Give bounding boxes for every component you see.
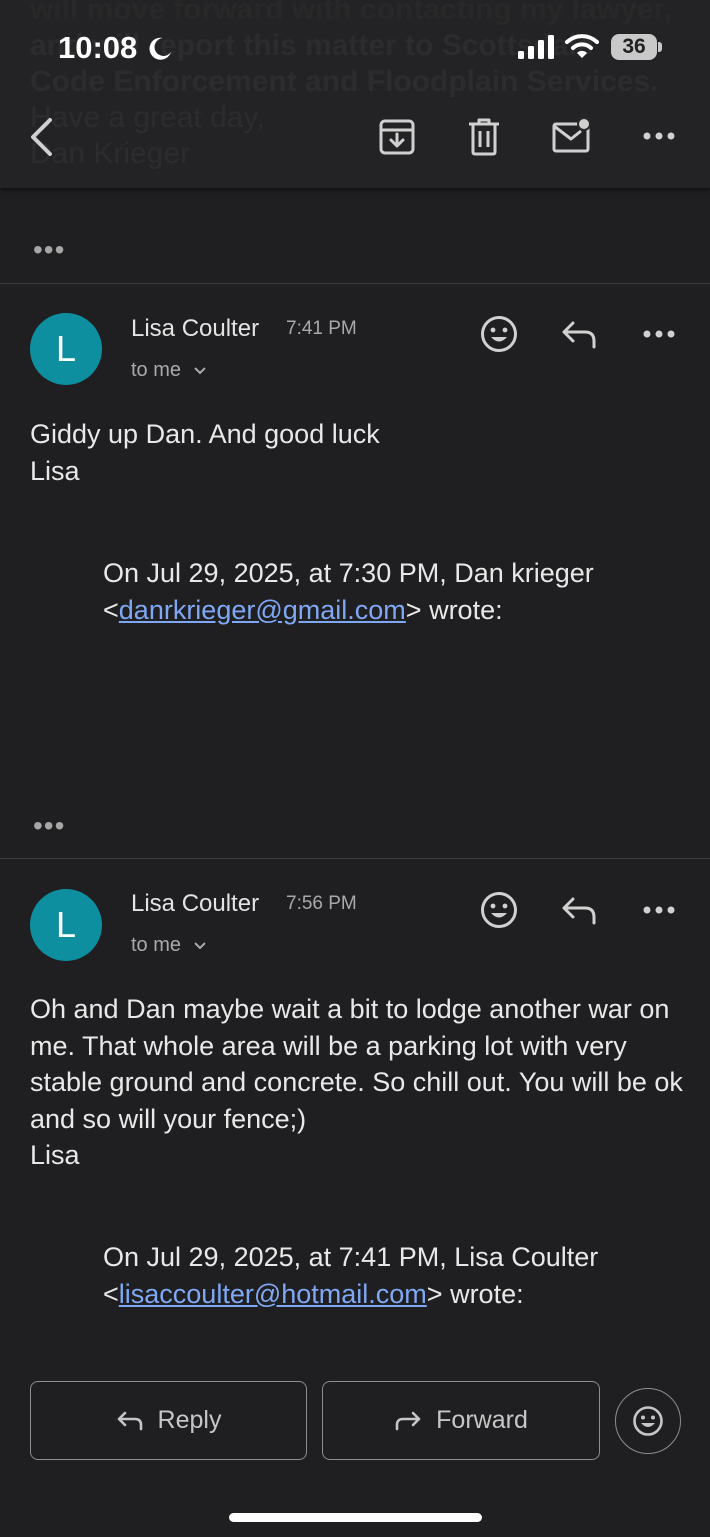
quote-suffix: > wrote: (426, 1278, 524, 1309)
message-time: 7:41 PM (286, 318, 357, 339)
recipient-label: to me (131, 359, 182, 381)
message-body-line: Giddy up Dan. And good luck (30, 419, 380, 449)
more-icon[interactable] (642, 905, 676, 915)
more-icon[interactable] (642, 329, 676, 339)
avatar[interactable]: L (30, 313, 102, 385)
message-body-signature: Lisa (30, 455, 80, 486)
divider (0, 283, 710, 284)
emoji-react-button[interactable] (615, 1388, 681, 1454)
smiley-icon (633, 1406, 663, 1436)
message-body-line: Oh and Dan maybe wait a bit to lodge ano… (30, 994, 683, 1134)
battery-indicator: 36 (611, 34, 657, 60)
email-link[interactable]: lisaccoulter@hotmail.com (119, 1279, 427, 1309)
trash-icon[interactable] (467, 118, 501, 156)
status-time: 10:08 (58, 30, 138, 65)
reply-icon (117, 1411, 142, 1430)
forward-label: Forward (436, 1406, 528, 1434)
back-arrow-icon[interactable] (26, 117, 56, 157)
top-toolbar (0, 0, 710, 188)
quote-suffix: > wrote: (405, 594, 503, 625)
home-indicator[interactable] (229, 1513, 482, 1522)
mark-unread-icon[interactable] (551, 116, 593, 154)
forward-button[interactable]: Forward (322, 1381, 600, 1460)
message-time: 7:56 PM (286, 893, 357, 914)
recipient-toggle[interactable]: to me (131, 359, 207, 382)
chevron-down-icon (193, 942, 206, 950)
quoted-header: On Jul 29, 2025, at 7:30 PM, Dan krieger… (103, 555, 643, 628)
sender-name: Lisa Coulter (131, 890, 260, 917)
emoji-reaction-icon[interactable] (480, 891, 518, 929)
recipient-label: to me (131, 934, 182, 956)
collapsed-quote-indicator[interactable]: ••• (33, 812, 65, 840)
more-icon[interactable] (642, 131, 676, 141)
moon-icon (149, 37, 171, 60)
reply-icon[interactable] (561, 320, 597, 350)
reply-button[interactable]: Reply (30, 1381, 307, 1460)
battery-tip (658, 42, 662, 52)
cellular-signal-icon (518, 35, 554, 59)
message-body: Oh and Dan maybe wait a bit to lodge ano… (30, 991, 690, 1174)
emoji-reaction-icon[interactable] (480, 315, 518, 353)
divider (0, 858, 710, 859)
sender-name: Lisa Coulter (131, 315, 260, 342)
forward-icon (395, 1411, 421, 1430)
email-link[interactable]: danrkrieger@gmail.com (119, 595, 406, 625)
collapsed-messages-indicator[interactable]: ••• (33, 236, 65, 264)
wifi-icon (565, 34, 599, 58)
chevron-down-icon (193, 367, 206, 375)
message-body-signature: Lisa (30, 1140, 80, 1170)
archive-icon[interactable] (378, 118, 416, 156)
reply-icon[interactable] (561, 896, 597, 926)
avatar[interactable]: L (30, 889, 102, 961)
recipient-toggle[interactable]: to me (131, 934, 207, 957)
message-body: Giddy up Dan. And good luck Lisa (30, 416, 690, 489)
reply-label: Reply (157, 1406, 222, 1434)
quoted-header: On Jul 29, 2025, at 7:41 PM, Lisa Coulte… (103, 1239, 643, 1312)
